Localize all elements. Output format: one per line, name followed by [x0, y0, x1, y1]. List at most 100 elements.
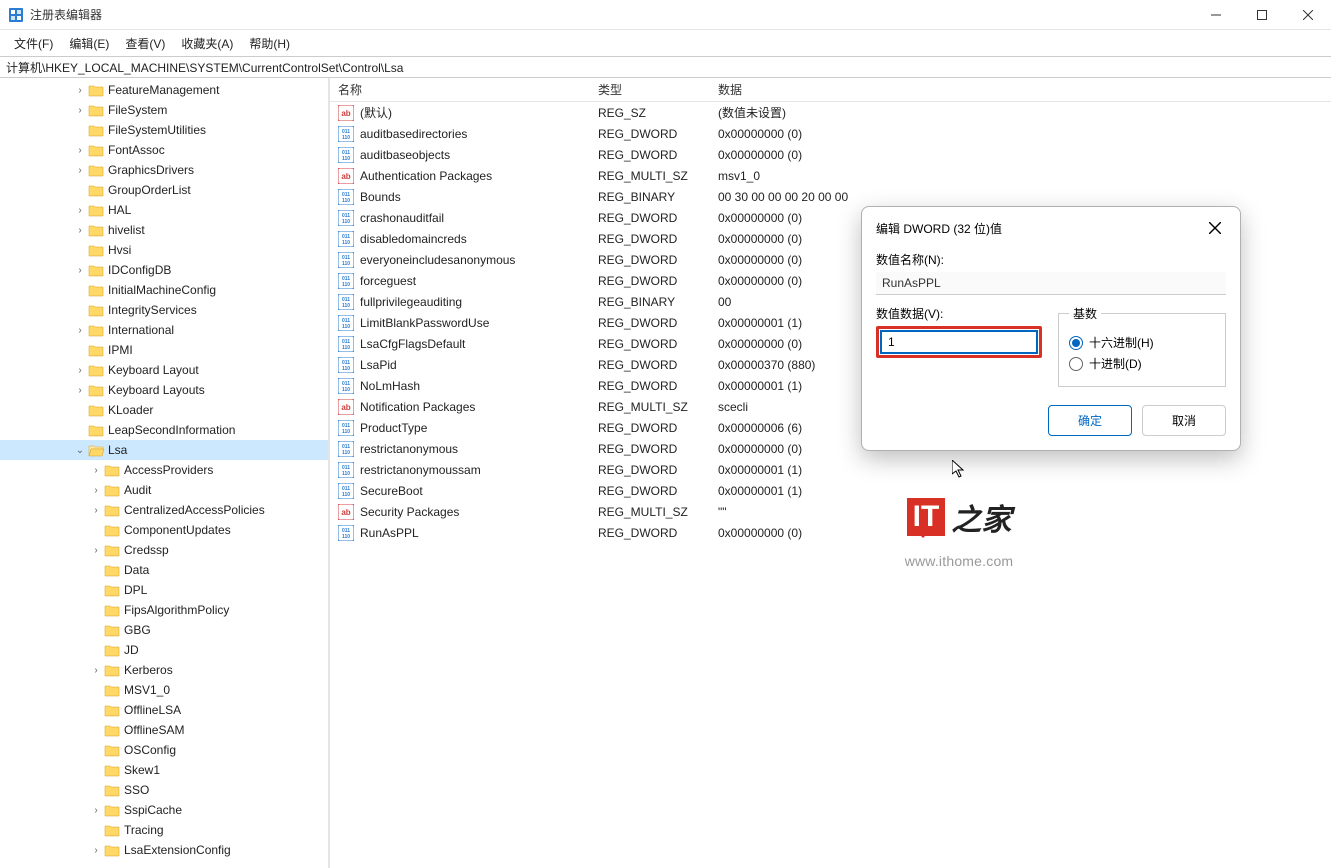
column-type[interactable]: 类型	[590, 81, 710, 98]
list-panel[interactable]: 名称 类型 数据 (默认)REG_SZ(数值未设置)auditbasedirec…	[330, 78, 1331, 868]
tree-row[interactable]: ›HAL	[0, 200, 328, 220]
value-type: REG_DWORD	[590, 358, 710, 372]
chevron-right-icon[interactable]: ›	[88, 465, 104, 476]
tree-row[interactable]: ›hivelist	[0, 220, 328, 240]
tree-row[interactable]: ›Audit	[0, 480, 328, 500]
dialog-close-button[interactable]	[1204, 217, 1226, 239]
tree-row[interactable]: ›IDConfigDB	[0, 260, 328, 280]
tree-row[interactable]: Data	[0, 560, 328, 580]
maximize-button[interactable]	[1239, 0, 1285, 30]
radio-dec[interactable]: 十进制(D)	[1069, 355, 1215, 372]
menu-favorites[interactable]: 收藏夹(A)	[173, 31, 241, 56]
tree-row[interactable]: ›FileSystem	[0, 100, 328, 120]
tree-row[interactable]: ComponentUpdates	[0, 520, 328, 540]
value-name: fullprivilegeauditing	[360, 295, 462, 309]
chevron-right-icon[interactable]: ›	[72, 365, 88, 376]
chevron-right-icon[interactable]: ›	[88, 485, 104, 496]
tree-row[interactable]: GroupOrderList	[0, 180, 328, 200]
cancel-button[interactable]: 取消	[1142, 405, 1226, 436]
menu-edit[interactable]: 编辑(E)	[61, 31, 117, 56]
reg-binary-icon	[338, 483, 354, 499]
tree-panel[interactable]: ›FeatureManagement›FileSystemFileSystemU…	[0, 78, 330, 868]
tree-row[interactable]: ⌄Lsa	[0, 440, 328, 460]
tree-row[interactable]: Tracing	[0, 820, 328, 840]
chevron-right-icon[interactable]: ›	[72, 325, 88, 336]
chevron-right-icon[interactable]: ›	[72, 205, 88, 216]
chevron-right-icon[interactable]: ›	[72, 105, 88, 116]
reg-binary-icon	[338, 252, 354, 268]
chevron-right-icon[interactable]: ›	[72, 225, 88, 236]
value-row[interactable]: restrictanonymoussamREG_DWORD0x00000001 …	[330, 459, 1331, 480]
tree-row[interactable]: ›Credssp	[0, 540, 328, 560]
chevron-right-icon[interactable]: ›	[72, 265, 88, 276]
tree-row[interactable]: ›CentralizedAccessPolicies	[0, 500, 328, 520]
tree-row[interactable]: Skew1	[0, 760, 328, 780]
tree-label: InitialMachineConfig	[108, 283, 216, 297]
tree-row[interactable]: IntegrityServices	[0, 300, 328, 320]
tree-row[interactable]: DPL	[0, 580, 328, 600]
tree-row[interactable]: ›AccessProviders	[0, 460, 328, 480]
tree-row[interactable]: IPMI	[0, 340, 328, 360]
value-row[interactable]: auditbasedirectoriesREG_DWORD0x00000000 …	[330, 123, 1331, 144]
tree-row[interactable]: ›FontAssoc	[0, 140, 328, 160]
reg-binary-icon	[338, 357, 354, 373]
value-data-input[interactable]	[881, 331, 1037, 353]
value-row[interactable]: BoundsREG_BINARY00 30 00 00 00 20 00 00	[330, 186, 1331, 207]
value-row[interactable]: SecureBootREG_DWORD0x00000001 (1)	[330, 480, 1331, 501]
value-type: REG_DWORD	[590, 463, 710, 477]
tree-row[interactable]: GBG	[0, 620, 328, 640]
chevron-right-icon[interactable]: ›	[88, 805, 104, 816]
value-row[interactable]: (默认)REG_SZ(数值未设置)	[330, 102, 1331, 123]
reg-binary-icon	[338, 147, 354, 163]
tree-row[interactable]: Hvsi	[0, 240, 328, 260]
chevron-right-icon[interactable]: ›	[88, 845, 104, 856]
tree-row[interactable]: ›Kerberos	[0, 660, 328, 680]
address-bar[interactable]: 计算机\HKEY_LOCAL_MACHINE\SYSTEM\CurrentCon…	[0, 56, 1331, 78]
menu-help[interactable]: 帮助(H)	[241, 31, 298, 56]
tree-row[interactable]: MSV1_0	[0, 680, 328, 700]
tree-row[interactable]: KLoader	[0, 400, 328, 420]
value-row[interactable]: Authentication PackagesREG_MULTI_SZmsv1_…	[330, 165, 1331, 186]
tree-row[interactable]: ›GraphicsDrivers	[0, 160, 328, 180]
reg-binary-icon	[338, 210, 354, 226]
window-title: 注册表编辑器	[30, 6, 102, 23]
radio-hex[interactable]: 十六进制(H)	[1069, 334, 1215, 351]
tree-row[interactable]: JD	[0, 640, 328, 660]
column-data[interactable]: 数据	[710, 81, 1331, 98]
tree-row[interactable]: InitialMachineConfig	[0, 280, 328, 300]
menu-file[interactable]: 文件(F)	[6, 31, 61, 56]
tree-row[interactable]: ›Keyboard Layouts	[0, 380, 328, 400]
tree-row[interactable]: FileSystemUtilities	[0, 120, 328, 140]
value-row[interactable]: Security PackagesREG_MULTI_SZ""	[330, 501, 1331, 522]
value-name: LsaPid	[360, 358, 397, 372]
chevron-right-icon[interactable]: ›	[72, 385, 88, 396]
chevron-right-icon[interactable]: ›	[88, 545, 104, 556]
ok-button[interactable]: 确定	[1048, 405, 1132, 436]
chevron-down-icon[interactable]: ⌄	[72, 445, 88, 456]
value-row[interactable]: auditbaseobjectsREG_DWORD0x00000000 (0)	[330, 144, 1331, 165]
minimize-button[interactable]	[1193, 0, 1239, 30]
close-button[interactable]	[1285, 0, 1331, 30]
chevron-right-icon[interactable]: ›	[72, 145, 88, 156]
tree-row[interactable]: OSConfig	[0, 740, 328, 760]
tree-row[interactable]: LeapSecondInformation	[0, 420, 328, 440]
tree-row[interactable]: FipsAlgorithmPolicy	[0, 600, 328, 620]
tree-row[interactable]: OfflineLSA	[0, 700, 328, 720]
chevron-right-icon[interactable]: ›	[72, 85, 88, 96]
tree-row[interactable]: ›LsaExtensionConfig	[0, 840, 328, 860]
menu-view[interactable]: 查看(V)	[117, 31, 173, 56]
tree-row[interactable]: SSO	[0, 780, 328, 800]
tree-row[interactable]: ›FeatureManagement	[0, 80, 328, 100]
tree-row[interactable]: ›SspiCache	[0, 800, 328, 820]
tree-row[interactable]: ›International	[0, 320, 328, 340]
tree-row[interactable]: OfflineSAM	[0, 720, 328, 740]
chevron-right-icon[interactable]: ›	[72, 165, 88, 176]
value-data: msv1_0	[710, 169, 1331, 183]
chevron-right-icon[interactable]: ›	[88, 665, 104, 676]
value-row[interactable]: RunAsPPLREG_DWORD0x00000000 (0)	[330, 522, 1331, 543]
tree-row[interactable]: ›Keyboard Layout	[0, 360, 328, 380]
chevron-right-icon[interactable]: ›	[88, 505, 104, 516]
column-name[interactable]: 名称	[330, 81, 590, 98]
value-type: REG_DWORD	[590, 127, 710, 141]
value-type: REG_BINARY	[590, 295, 710, 309]
